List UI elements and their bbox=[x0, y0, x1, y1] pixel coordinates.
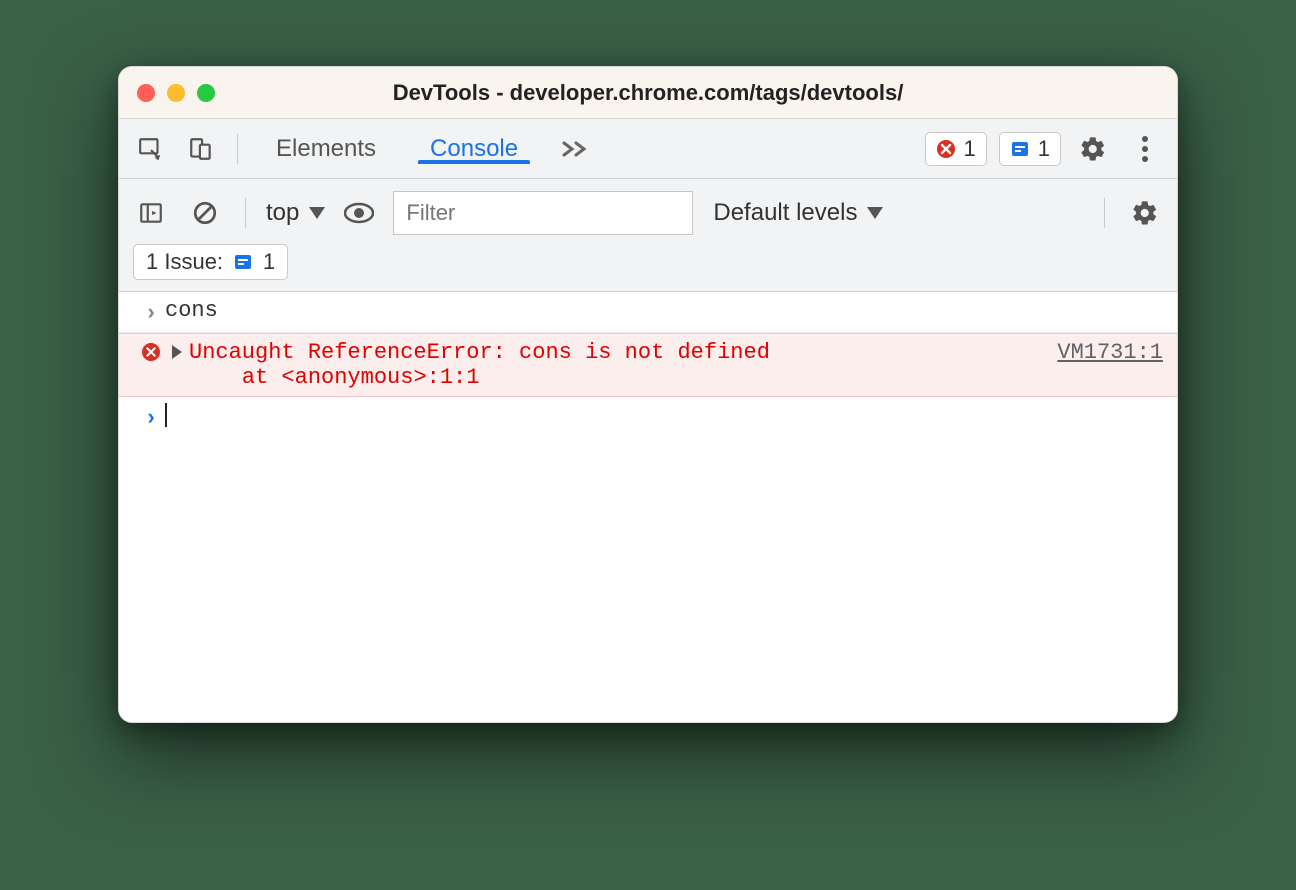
toggle-console-sidebar-icon[interactable] bbox=[131, 193, 171, 233]
issue-icon bbox=[233, 252, 253, 272]
settings-icon[interactable] bbox=[1073, 129, 1113, 169]
issues-counter-button[interactable]: 1 bbox=[999, 132, 1061, 166]
live-expression-icon[interactable] bbox=[339, 193, 379, 233]
window-title: DevTools - developer.chrome.com/tags/dev… bbox=[119, 80, 1177, 106]
tab-elements[interactable]: Elements bbox=[254, 135, 398, 163]
maximize-window-button[interactable] bbox=[197, 84, 215, 102]
device-toggle-icon[interactable] bbox=[181, 129, 221, 169]
more-options-icon[interactable] bbox=[1125, 129, 1165, 169]
issue-icon bbox=[1010, 139, 1030, 159]
console-output: › cons Uncaught ReferenceError: cons is … bbox=[119, 292, 1177, 722]
traffic-lights bbox=[137, 84, 215, 102]
console-prompt[interactable]: › bbox=[119, 397, 1177, 437]
error-icon bbox=[936, 139, 956, 159]
tab-elements-label: Elements bbox=[276, 135, 376, 163]
divider bbox=[1104, 198, 1105, 228]
titlebar: DevTools - developer.chrome.com/tags/dev… bbox=[119, 67, 1177, 119]
issues-count: 1 bbox=[1038, 136, 1050, 162]
error-message: Uncaught ReferenceError: cons is not def… bbox=[189, 340, 1037, 390]
error-line-1: Uncaught ReferenceError: cons is not def… bbox=[189, 340, 770, 365]
error-icon bbox=[142, 343, 160, 361]
error-line-2: at <anonymous>:1:1 bbox=[189, 365, 479, 390]
log-levels-select[interactable]: Default levels bbox=[713, 199, 883, 227]
clear-console-icon[interactable] bbox=[185, 193, 225, 233]
error-count: 1 bbox=[964, 136, 976, 162]
disclosure-triangle-icon[interactable] bbox=[172, 345, 182, 359]
divider bbox=[237, 134, 238, 164]
issues-label: 1 Issue: bbox=[146, 249, 223, 275]
devtools-window: DevTools - developer.chrome.com/tags/dev… bbox=[118, 66, 1178, 723]
inspect-element-icon[interactable] bbox=[131, 129, 171, 169]
chevron-down-icon bbox=[309, 207, 325, 219]
filter-input[interactable] bbox=[393, 191, 693, 235]
close-window-button[interactable] bbox=[137, 84, 155, 102]
issues-bar-count: 1 bbox=[263, 249, 275, 275]
tab-console[interactable]: Console bbox=[408, 135, 540, 163]
console-error-row[interactable]: Uncaught ReferenceError: cons is not def… bbox=[119, 333, 1177, 397]
more-tabs-button[interactable] bbox=[550, 139, 600, 159]
error-counter-button[interactable]: 1 bbox=[925, 132, 987, 166]
minimize-window-button[interactable] bbox=[167, 84, 185, 102]
context-select[interactable]: top bbox=[266, 199, 325, 227]
main-tabstrip: Elements Console 1 1 bbox=[119, 119, 1177, 179]
chevron-down-icon bbox=[867, 207, 883, 219]
console-input-echo: › cons bbox=[119, 292, 1177, 333]
context-value: top bbox=[266, 199, 299, 227]
issues-bar-button[interactable]: 1 Issue: 1 bbox=[133, 244, 288, 280]
divider bbox=[245, 198, 246, 228]
input-text: cons bbox=[165, 298, 1163, 323]
console-settings-icon[interactable] bbox=[1125, 193, 1165, 233]
chevron-right-icon: › bbox=[144, 301, 157, 326]
error-source-link[interactable]: VM1731:1 bbox=[1057, 340, 1163, 365]
chevron-right-icon: › bbox=[144, 406, 157, 431]
log-levels-label: Default levels bbox=[713, 199, 857, 227]
text-cursor bbox=[165, 403, 167, 427]
console-toolbar: top Default levels 1 Issue: 1 bbox=[119, 179, 1177, 292]
tab-console-label: Console bbox=[430, 135, 518, 163]
